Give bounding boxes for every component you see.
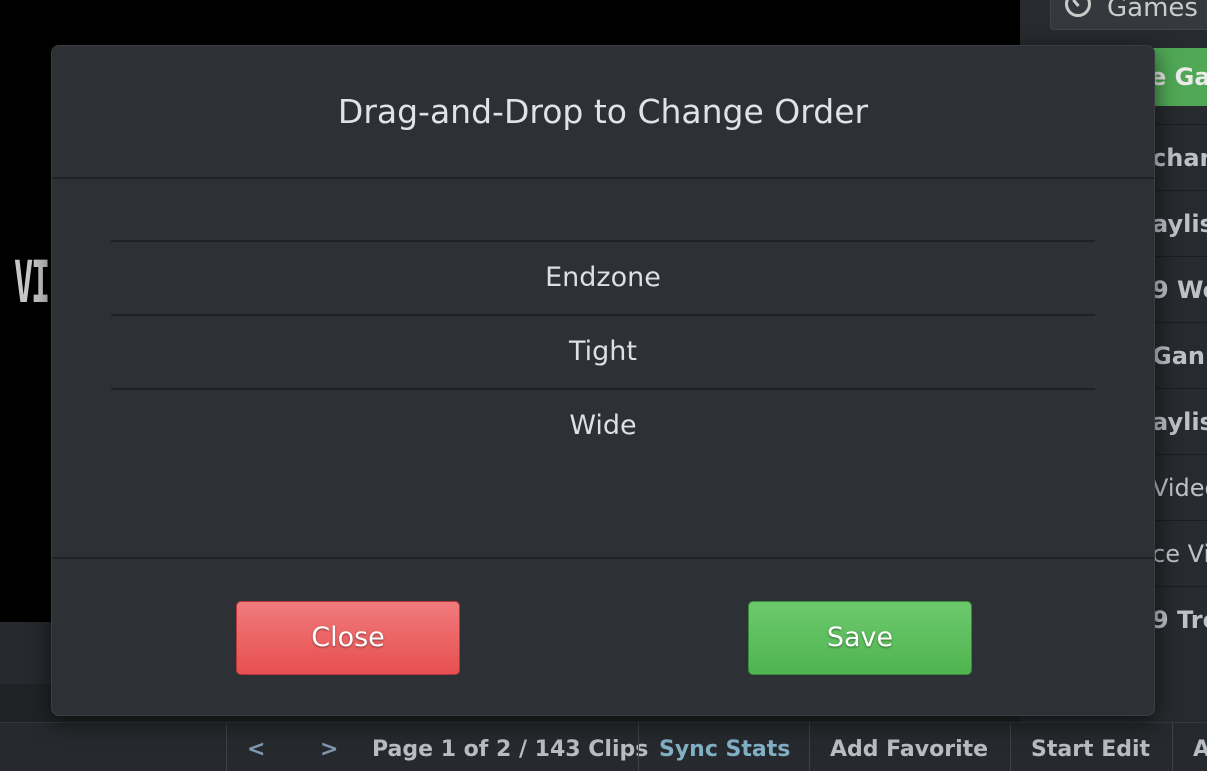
app-root: VI Games e Ga chan aylist 9 Wes Gan ayli… bbox=[0, 0, 1207, 771]
sortable-item-endzone[interactable]: Endzone bbox=[111, 242, 1095, 316]
save-button[interactable]: Save bbox=[748, 601, 972, 675]
modal-footer: Close Save bbox=[52, 559, 1154, 715]
sortable-list: Endzone Tight Wide bbox=[111, 240, 1095, 464]
reorder-modal: Drag-and-Drop to Change Order Endzone Ti… bbox=[51, 45, 1155, 716]
sortable-item-tight[interactable]: Tight bbox=[111, 316, 1095, 390]
close-button[interactable]: Close bbox=[236, 601, 460, 675]
modal-title: Drag-and-Drop to Change Order bbox=[337, 92, 869, 131]
sortable-item-wide[interactable]: Wide bbox=[111, 390, 1095, 464]
modal-body: Endzone Tight Wide bbox=[52, 179, 1154, 559]
modal-header: Drag-and-Drop to Change Order bbox=[52, 46, 1154, 179]
